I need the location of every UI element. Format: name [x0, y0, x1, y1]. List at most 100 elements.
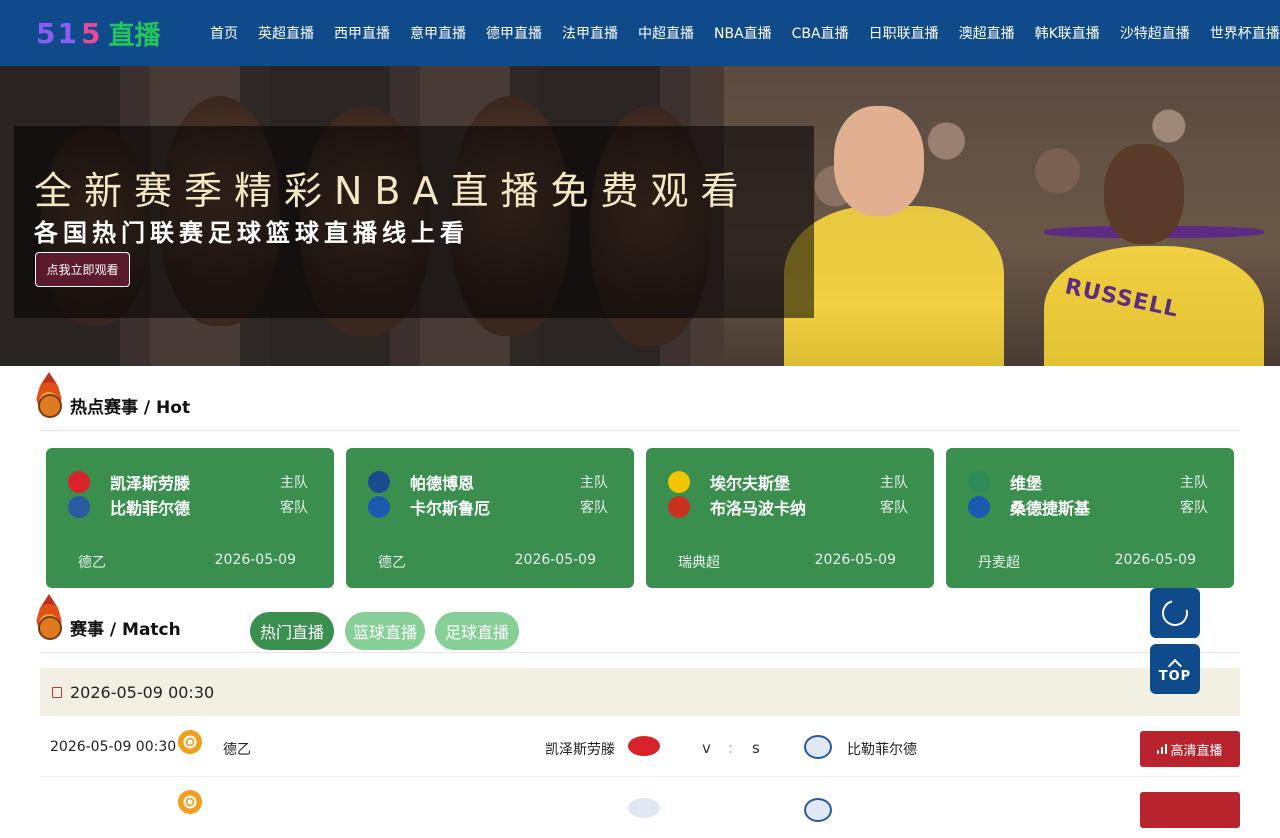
- match-score-home: v: [702, 739, 711, 757]
- tab-hot-live[interactable]: 热门直播: [250, 612, 334, 650]
- date-group-label: 2026-05-09 00:30: [70, 682, 215, 702]
- tab-football-live[interactable]: 足球直播: [435, 612, 519, 650]
- football-icon: [178, 730, 202, 754]
- home-team-logo-icon: [628, 736, 660, 756]
- nav-item-saudi[interactable]: 沙特超直播: [1110, 23, 1200, 43]
- hot-match-card[interactable]: 埃尔夫斯堡 主队布洛马波卡纳 客队瑞典超 2026-05-09: [646, 448, 934, 588]
- nav-item-jleague[interactable]: 日职联直播: [859, 23, 949, 43]
- nav-item-bundesliga[interactable]: 德甲直播: [476, 23, 552, 43]
- match-time: 2026-05-09 00:30: [50, 739, 177, 755]
- away-team-row: 布洛马波卡纳 客队: [668, 495, 908, 519]
- home-team-logo-icon: [68, 471, 90, 493]
- date-group-header: 2026-05-09 00:30: [40, 668, 1240, 716]
- player-head: [1104, 144, 1184, 244]
- hd-live-button[interactable]: 高清直播: [1140, 731, 1240, 767]
- away-team-logo-icon: [968, 496, 990, 518]
- nav-item-cba[interactable]: CBA直播: [782, 23, 859, 43]
- hot-match-card[interactable]: 凯泽斯劳滕 主队 比勒菲尔德 客队 德乙 2026-05-09: [46, 448, 334, 588]
- card-league: 瑞典超: [678, 555, 720, 571]
- hero-banner[interactable]: RUSSELL 全新赛季精彩NBA直播免费观看 各国热门联赛足球篮球直播线上看 …: [0, 66, 1280, 366]
- card-date: 2026-05-09: [214, 552, 296, 568]
- home-role-label: 主队: [880, 475, 908, 491]
- away-team-logo-icon: [368, 496, 390, 518]
- banner-subtitle: 各国热门联赛足球篮球直播线上看: [34, 219, 469, 247]
- nav-item-worldcup[interactable]: 世界杯直播: [1200, 23, 1280, 43]
- nav-item-aleague[interactable]: 澳超直播: [949, 23, 1025, 43]
- fire-basketball-icon: [36, 594, 66, 642]
- away-team-row: 比勒菲尔德 客队: [68, 495, 308, 519]
- nav-item-epl[interactable]: 英超直播: [248, 23, 324, 43]
- card-date: 2026-05-09: [514, 552, 596, 568]
- logo-digit: 5: [80, 16, 101, 50]
- match-score-away: s: [752, 739, 760, 757]
- home-team-name: 帕德博恩: [410, 474, 475, 493]
- card-date: 2026-05-09: [814, 552, 896, 568]
- hot-match-card[interactable]: 帕德博恩 主队卡尔斯鲁厄 客队德乙 2026-05-09: [346, 448, 634, 588]
- nav-item-nba[interactable]: NBA直播: [704, 23, 782, 43]
- away-role-label: 客队: [280, 500, 308, 516]
- nav-item-csl[interactable]: 中超直播: [628, 23, 704, 43]
- hot-section-header: 热点赛事 / Hot: [36, 372, 190, 420]
- card-date: 2026-05-09: [1114, 552, 1196, 568]
- home-team-name: 埃尔夫斯堡: [710, 474, 791, 493]
- match-row[interactable]: 2026-05-09 00:30 德乙 凯泽斯劳滕 v : s 比勒菲尔德 高清…: [40, 717, 1240, 777]
- away-role-label: 客队: [1180, 500, 1208, 516]
- home-role-label: 主队: [280, 475, 308, 491]
- site-logo[interactable]: 51 5 直播: [36, 14, 160, 52]
- back-to-top-button[interactable]: TOP: [1150, 644, 1200, 694]
- nav-item-laliga[interactable]: 西甲直播: [324, 23, 400, 43]
- away-team-name: 桑德捷斯基: [1010, 499, 1091, 518]
- card-league: 德乙: [378, 555, 406, 571]
- score-separator: :: [728, 739, 734, 757]
- away-team-row: 桑德捷斯基 客队: [968, 495, 1208, 519]
- match-section-header: 赛事 / Match: [36, 594, 181, 642]
- refresh-icon: [1157, 595, 1193, 631]
- watch-now-button[interactable]: 点我立即观看: [35, 252, 130, 287]
- refresh-button[interactable]: [1150, 588, 1200, 638]
- home-team-logo-icon: [968, 471, 990, 493]
- player-jersey: [784, 206, 1004, 366]
- home-role-label: 主队: [580, 475, 608, 491]
- hd-live-button[interactable]: [1140, 792, 1240, 828]
- nav-item-ligue1[interactable]: 法甲直播: [552, 23, 628, 43]
- logo-text: 直播: [108, 20, 161, 51]
- away-team-name: 比勒菲尔德: [110, 499, 191, 518]
- section-divider: [40, 430, 1240, 431]
- away-team-logo-icon: [804, 735, 832, 759]
- site-header: 51 5 直播 首页 英超直播 西甲直播 意甲直播 德甲直播 法甲直播 中超直播…: [0, 0, 1280, 66]
- hot-match-card[interactable]: 维堡 主队桑德捷斯基 客队丹麦超 2026-05-09: [946, 448, 1234, 588]
- match-row[interactable]: [40, 778, 1240, 838]
- banner-title: 全新赛季精彩NBA直播免费观看: [34, 169, 751, 213]
- home-team-name: 维堡: [1010, 474, 1043, 493]
- match-away-team[interactable]: 比勒菲尔德: [847, 739, 917, 759]
- away-role-label: 客队: [880, 500, 908, 516]
- home-team-logo-icon: [628, 798, 660, 818]
- home-role-label: 主队: [1180, 475, 1208, 491]
- main-nav: 首页 英超直播 西甲直播 意甲直播 德甲直播 法甲直播 中超直播 NBA直播 C…: [200, 0, 1280, 66]
- hd-live-label: 高清直播: [1170, 743, 1223, 759]
- home-team-row: 凯泽斯劳滕 主队: [68, 470, 308, 494]
- tab-basketball-live[interactable]: 篮球直播: [345, 612, 425, 650]
- nav-item-home[interactable]: 首页: [200, 23, 248, 43]
- fire-basketball-icon: [36, 372, 66, 420]
- away-team-name: 布洛马波卡纳: [710, 499, 807, 518]
- away-team-row: 卡尔斯鲁厄 客队: [368, 495, 608, 519]
- away-team-logo-icon: [68, 496, 90, 518]
- away-team-logo-icon: [668, 496, 690, 518]
- football-icon: [178, 790, 202, 814]
- match-home-team[interactable]: 凯泽斯劳滕: [545, 739, 615, 759]
- signal-bars-icon: [1157, 744, 1168, 754]
- away-team-name: 卡尔斯鲁厄: [410, 499, 491, 518]
- section-divider: [40, 652, 1240, 653]
- nav-item-kleague[interactable]: 韩K联直播: [1025, 23, 1110, 43]
- home-team-row: 埃尔夫斯堡 主队: [668, 470, 908, 494]
- nav-item-seriea[interactable]: 意甲直播: [400, 23, 476, 43]
- card-league: 丹麦超: [978, 555, 1020, 571]
- home-team-logo-icon: [368, 471, 390, 493]
- home-team-row: 帕德博恩 主队: [368, 470, 608, 494]
- hot-section-title: 热点赛事 / Hot: [70, 398, 191, 418]
- calendar-icon: [52, 686, 62, 698]
- away-role-label: 客队: [580, 500, 608, 516]
- home-team-logo-icon: [668, 471, 690, 493]
- player-head: [834, 106, 924, 216]
